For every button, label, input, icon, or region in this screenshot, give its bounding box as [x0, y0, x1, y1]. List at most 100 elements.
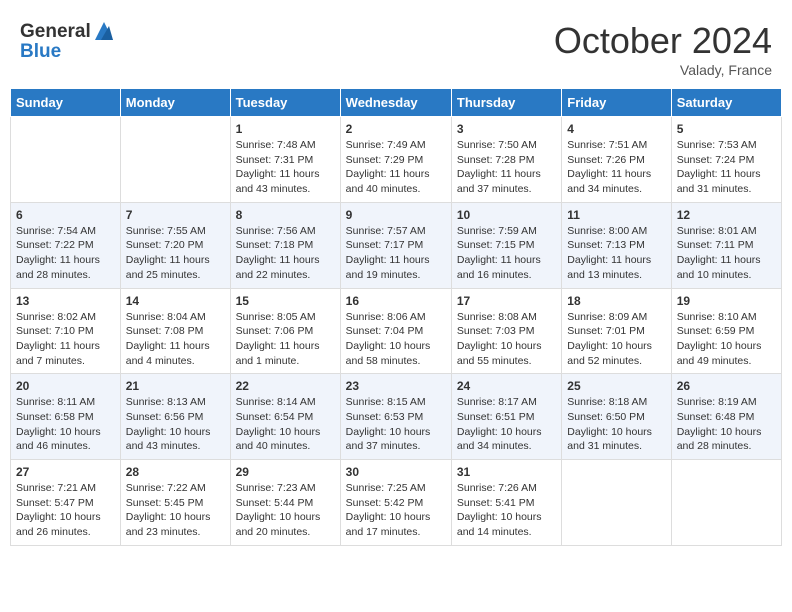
- logo-icon: [93, 20, 115, 42]
- table-row: 4 Sunrise: 7:51 AMSunset: 7:26 PMDaylight…: [562, 117, 671, 203]
- table-row: 12Sunrise: 8:01 AMSunset: 7:11 PMDayligh…: [671, 202, 781, 288]
- header-friday: Friday: [562, 89, 671, 117]
- day-number: 17: [457, 294, 556, 308]
- day-info: Sunrise: 8:19 AMSunset: 6:48 PMDaylight:…: [677, 395, 776, 454]
- day-number: 3: [457, 122, 556, 136]
- day-info: Sunrise: 7:26 AMSunset: 5:41 PMDaylight:…: [457, 481, 556, 540]
- table-row: 2 Sunrise: 7:49 AMSunset: 7:29 PMDaylight…: [340, 117, 451, 203]
- calendar-week-row: 1Sunrise: 7:48 AMSunset: 7:31 PMDaylight…: [11, 117, 782, 203]
- day-number: 4: [567, 122, 665, 136]
- day-number: 22: [236, 379, 335, 393]
- day-number: 24: [457, 379, 556, 393]
- table-row: 19 Sunrise: 8:10 AMSunset: 6:59 PMDayligh…: [671, 288, 781, 374]
- table-row: 9 Sunrise: 7:57 AMSunset: 7:17 PMDaylight…: [340, 202, 451, 288]
- day-number: 14: [126, 294, 225, 308]
- day-number: 27: [16, 465, 115, 479]
- page-header: General Blue October 2024 Valady, France: [10, 10, 782, 83]
- day-info: Sunrise: 7:51 AMSunset: 7:26 PMDaylight:…: [567, 138, 665, 197]
- day-number: 26: [677, 379, 776, 393]
- day-info: Sunrise: 8:05 AMSunset: 7:06 PMDaylight:…: [236, 310, 335, 369]
- table-row: 7 Sunrise: 7:55 AMSunset: 7:20 PMDaylight…: [120, 202, 230, 288]
- day-number: 19: [677, 294, 776, 308]
- day-info: Sunrise: 7:59 AMSunset: 7:15 PMDaylight:…: [457, 224, 556, 283]
- day-number: 25: [567, 379, 665, 393]
- day-info: Sunrise: 8:02 AMSunset: 7:10 PMDaylight:…: [16, 310, 115, 369]
- day-info: Sunrise: 8:01 AMSunset: 7:11 PMDaylight:…: [677, 224, 776, 283]
- table-row: 31Sunrise: 7:26 AMSunset: 5:41 PMDayligh…: [451, 460, 561, 546]
- day-number: 10: [457, 208, 556, 222]
- day-info: Sunrise: 8:14 AMSunset: 6:54 PMDaylight:…: [236, 395, 335, 454]
- day-info: Sunrise: 8:11 AMSunset: 6:58 PMDaylight:…: [16, 395, 115, 454]
- location: Valady, France: [554, 62, 772, 78]
- logo-blue: Blue: [20, 41, 115, 63]
- day-info: Sunrise: 7:49 AMSunset: 7:29 PMDaylight:…: [346, 138, 446, 197]
- table-row: 17 Sunrise: 8:08 AMSunset: 7:03 PMDayligh…: [451, 288, 561, 374]
- day-info: Sunrise: 7:57 AMSunset: 7:17 PMDaylight:…: [346, 224, 446, 283]
- day-number: 20: [16, 379, 115, 393]
- table-row: 1Sunrise: 7:48 AMSunset: 7:31 PMDaylight…: [230, 117, 340, 203]
- day-number: 29: [236, 465, 335, 479]
- day-info: Sunrise: 8:18 AMSunset: 6:50 PMDaylight:…: [567, 395, 665, 454]
- day-number: 21: [126, 379, 225, 393]
- table-row: 16Sunrise: 8:06 AMSunset: 7:04 PMDayligh…: [340, 288, 451, 374]
- day-number: 1: [236, 122, 335, 136]
- table-row: 28 Sunrise: 7:22 AMSunset: 5:45 PMDayligh…: [120, 460, 230, 546]
- day-number: 2: [346, 122, 446, 136]
- table-row: 18Sunrise: 8:09 AMSunset: 7:01 PMDayligh…: [562, 288, 671, 374]
- day-info: Sunrise: 8:13 AMSunset: 6:56 PMDaylight:…: [126, 395, 225, 454]
- table-row: 22 Sunrise: 8:14 AMSunset: 6:54 PMDayligh…: [230, 374, 340, 460]
- day-info: Sunrise: 7:54 AMSunset: 7:22 PMDaylight:…: [16, 224, 115, 283]
- calendar-week-row: 13 Sunrise: 8:02 AMSunset: 7:10 PMDayligh…: [11, 288, 782, 374]
- day-info: Sunrise: 7:55 AMSunset: 7:20 PMDaylight:…: [126, 224, 225, 283]
- table-row: 29 Sunrise: 7:23 AMSunset: 5:44 PMDayligh…: [230, 460, 340, 546]
- day-info: Sunrise: 7:25 AMSunset: 5:42 PMDaylight:…: [346, 481, 446, 540]
- table-row: 10 Sunrise: 7:59 AMSunset: 7:15 PMDayligh…: [451, 202, 561, 288]
- day-number: 13: [16, 294, 115, 308]
- table-row: 24Sunrise: 8:17 AMSunset: 6:51 PMDayligh…: [451, 374, 561, 460]
- table-row: 11Sunrise: 8:00 AMSunset: 7:13 PMDayligh…: [562, 202, 671, 288]
- table-row: 25 Sunrise: 8:18 AMSunset: 6:50 PMDayligh…: [562, 374, 671, 460]
- calendar-week-row: 20 Sunrise: 8:11 AMSunset: 6:58 PMDayligh…: [11, 374, 782, 460]
- day-info: Sunrise: 8:15 AMSunset: 6:53 PMDaylight:…: [346, 395, 446, 454]
- day-number: 7: [126, 208, 225, 222]
- calendar-table: Sunday Monday Tuesday Wednesday Thursday…: [10, 88, 782, 546]
- calendar-header-row: Sunday Monday Tuesday Wednesday Thursday…: [11, 89, 782, 117]
- table-row: 13 Sunrise: 8:02 AMSunset: 7:10 PMDayligh…: [11, 288, 121, 374]
- table-row: [11, 117, 121, 203]
- day-info: Sunrise: 8:09 AMSunset: 7:01 PMDaylight:…: [567, 310, 665, 369]
- day-number: 30: [346, 465, 446, 479]
- day-info: Sunrise: 8:08 AMSunset: 7:03 PMDaylight:…: [457, 310, 556, 369]
- header-thursday: Thursday: [451, 89, 561, 117]
- header-saturday: Saturday: [671, 89, 781, 117]
- table-row: 14Sunrise: 8:04 AMSunset: 7:08 PMDayligh…: [120, 288, 230, 374]
- table-row: 20 Sunrise: 8:11 AMSunset: 6:58 PMDayligh…: [11, 374, 121, 460]
- day-info: Sunrise: 8:10 AMSunset: 6:59 PMDaylight:…: [677, 310, 776, 369]
- day-info: Sunrise: 7:50 AMSunset: 7:28 PMDaylight:…: [457, 138, 556, 197]
- header-monday: Monday: [120, 89, 230, 117]
- day-number: 8: [236, 208, 335, 222]
- day-number: 9: [346, 208, 446, 222]
- day-info: Sunrise: 7:23 AMSunset: 5:44 PMDaylight:…: [236, 481, 335, 540]
- day-number: 6: [16, 208, 115, 222]
- table-row: 26 Sunrise: 8:19 AMSunset: 6:48 PMDayligh…: [671, 374, 781, 460]
- logo: General Blue: [20, 20, 115, 63]
- day-number: 11: [567, 208, 665, 222]
- table-row: 8 Sunrise: 7:56 AMSunset: 7:18 PMDaylight…: [230, 202, 340, 288]
- day-info: Sunrise: 8:06 AMSunset: 7:04 PMDaylight:…: [346, 310, 446, 369]
- day-info: Sunrise: 7:21 AMSunset: 5:47 PMDaylight:…: [16, 481, 115, 540]
- calendar-week-row: 27 Sunrise: 7:21 AMSunset: 5:47 PMDayligh…: [11, 460, 782, 546]
- table-row: 27 Sunrise: 7:21 AMSunset: 5:47 PMDayligh…: [11, 460, 121, 546]
- table-row: 6 Sunrise: 7:54 AMSunset: 7:22 PMDaylight…: [11, 202, 121, 288]
- header-tuesday: Tuesday: [230, 89, 340, 117]
- table-row: 23Sunrise: 8:15 AMSunset: 6:53 PMDayligh…: [340, 374, 451, 460]
- table-row: 3 Sunrise: 7:50 AMSunset: 7:28 PMDaylight…: [451, 117, 561, 203]
- table-row: 15 Sunrise: 8:05 AMSunset: 7:06 PMDayligh…: [230, 288, 340, 374]
- day-info: Sunrise: 7:22 AMSunset: 5:45 PMDaylight:…: [126, 481, 225, 540]
- day-number: 5: [677, 122, 776, 136]
- day-info: Sunrise: 7:56 AMSunset: 7:18 PMDaylight:…: [236, 224, 335, 283]
- day-info: Sunrise: 7:53 AMSunset: 7:24 PMDaylight:…: [677, 138, 776, 197]
- day-number: 15: [236, 294, 335, 308]
- day-number: 28: [126, 465, 225, 479]
- table-row: 21 Sunrise: 8:13 AMSunset: 6:56 PMDayligh…: [120, 374, 230, 460]
- month-title: October 2024: [554, 20, 772, 62]
